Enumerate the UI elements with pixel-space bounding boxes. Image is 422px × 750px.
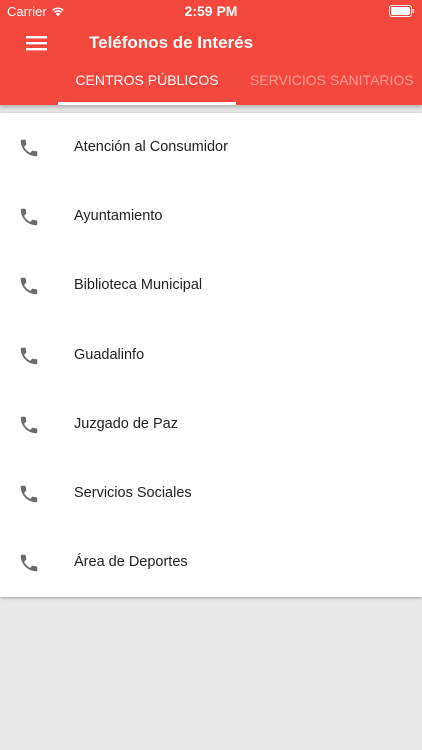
list-item-label: Guadalinfo [74,346,145,363]
phone-icon [20,416,38,433]
list-item-servicios-sociales[interactable]: Servicios Sociales [0,459,422,528]
phone-icon [20,208,38,226]
hamburger-menu-icon [26,36,47,51]
menu-button[interactable] [22,30,52,56]
list-item-label: Área de Deportes [74,554,188,571]
list-item-label: Ayuntamiento [74,208,163,225]
list-item-guadalinfo[interactable]: Guadalinfo [0,321,422,390]
battery-icon [389,5,415,20]
list-item-area-de-deportes[interactable]: Área de Deportes [0,528,422,597]
phone-icon [20,278,38,295]
list-item-label: Atención al Consumidor [74,139,228,155]
phone-icon [20,485,38,503]
list-item-ayuntamiento[interactable]: Ayuntamiento [0,182,422,251]
list-item-label: Servicios Sociales [74,484,192,501]
list-item-biblioteca-municipal[interactable]: Biblioteca Municipal [0,251,422,320]
active-tab-indicator [58,102,236,105]
contacts-list: Atención al Consumidor Ayuntamiento Bibl… [0,113,422,597]
list-item-label: Juzgado de Paz [74,415,178,432]
phone-icon [20,139,38,157]
status-bar: Carrier 2:59 PM [0,0,422,22]
tab-bar: CENTROS PÚBLICOS SERVICIOS SANITARIOS [0,58,422,105]
phone-icon [20,347,38,364]
tab-centros-publicos[interactable]: CENTROS PÚBLICOS [58,58,236,102]
phone-icon [20,554,38,572]
list-item-label: Biblioteca Municipal [74,277,203,294]
clock: 2:59 PM [184,3,238,19]
list-item-atencion-consumidor[interactable]: Atención al Consumidor [0,113,422,182]
tab-servicios-sanitarios[interactable]: SERVICIOS SANITARIOS [250,58,422,102]
list-item-juzgado-de-paz[interactable]: Juzgado de Paz [0,390,422,459]
page-title: Teléfonos de Interés [89,33,254,52]
app-bar: Carrier 2:59 PM Teléfonos de Interés CEN… [0,0,422,105]
